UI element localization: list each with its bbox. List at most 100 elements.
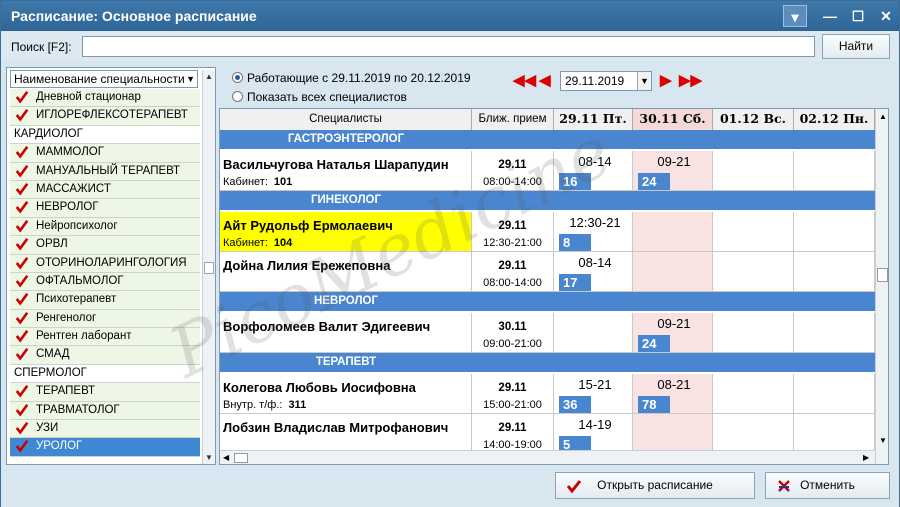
- doctor-cell[interactable]: Айт Рудольф Ермолаевич Кабинет: 104: [220, 212, 472, 252]
- specialty-item[interactable]: ОРВЛ: [10, 236, 200, 255]
- specialty-item[interactable]: МАММОЛОГ: [10, 144, 200, 163]
- checkmark-icon[interactable]: [15, 145, 29, 159]
- minimize-icon[interactable]: —: [818, 5, 842, 27]
- day-slot-cell[interactable]: [794, 151, 875, 191]
- specialty-item[interactable]: СПЕРМОЛОГ: [10, 364, 200, 384]
- specialty-item[interactable]: МАССАЖИСТ: [10, 180, 200, 200]
- checkmark-icon[interactable]: [15, 256, 29, 270]
- specialty-item[interactable]: Рентген лаборант: [10, 328, 200, 347]
- working-period-radio[interactable]: Работающие с 29.11.2019 по 20.12.2019: [232, 71, 471, 85]
- find-button[interactable]: Найти: [822, 34, 890, 59]
- search-input[interactable]: [82, 36, 815, 57]
- checkmark-icon[interactable]: [15, 311, 29, 325]
- specialty-item[interactable]: НЕВРОЛОГ: [10, 199, 200, 218]
- doctor-row[interactable]: Ворфоломеев Валит Эдигеевич 30.11 09:00-21…: [220, 313, 875, 353]
- scroll-down-icon[interactable]: ▼: [879, 436, 887, 445]
- checkmark-icon[interactable]: [15, 219, 29, 233]
- day-slot-cell[interactable]: [794, 374, 875, 414]
- nearest-appointment-cell[interactable]: 29.11 14:00-19:00: [472, 414, 554, 454]
- scroll-thumb[interactable]: [877, 268, 888, 282]
- checkmark-icon[interactable]: [15, 200, 29, 214]
- doctor-cell[interactable]: Лобзин Владислав Митрофанович: [220, 414, 472, 454]
- doctor-row[interactable]: Айт Рудольф Ермолаевич Кабинет: 104 29.11 12…: [220, 212, 875, 252]
- specialty-item[interactable]: ОФТАЛЬМОЛОГ: [10, 272, 200, 292]
- day-slot-cell[interactable]: [794, 313, 875, 353]
- open-schedule-button[interactable]: Открыть расписание: [555, 472, 755, 499]
- doctor-cell[interactable]: Дойна Лилия Ережеповна: [220, 252, 472, 292]
- checkmark-icon[interactable]: [15, 439, 29, 453]
- checkmark-icon[interactable]: [15, 421, 29, 435]
- calendar-dropdown-icon[interactable]: ▼: [637, 72, 651, 90]
- specialty-item[interactable]: УРОЛОГ: [10, 438, 200, 457]
- grid-hscrollbar[interactable]: ◀ ▶: [220, 450, 875, 464]
- scroll-thumb[interactable]: [234, 453, 248, 463]
- day-slot-cell[interactable]: 09-21 24: [633, 151, 713, 191]
- day-slot-cell[interactable]: [713, 374, 794, 414]
- day-slot-cell[interactable]: [713, 151, 794, 191]
- scroll-up-icon[interactable]: ▲: [879, 112, 887, 121]
- day-slot-cell[interactable]: [794, 212, 875, 252]
- checkmark-icon[interactable]: [15, 108, 29, 122]
- day-slot-cell[interactable]: [794, 414, 875, 454]
- nearest-appointment-cell[interactable]: 29.11 08:00-14:00: [472, 151, 554, 191]
- column-header[interactable]: 30.11 Сб.: [633, 109, 713, 130]
- specialty-item[interactable]: Дневной стационар: [10, 89, 200, 108]
- column-header[interactable]: 29.11 Пт.: [554, 109, 633, 130]
- scroll-thumb[interactable]: [204, 262, 214, 274]
- specialty-header-dropdown[interactable]: Наименование специальности ▼: [10, 70, 198, 88]
- nearest-appointment-cell[interactable]: 29.11 12:30-21:00: [472, 212, 554, 252]
- specialty-item[interactable]: Нейропсихолог: [10, 217, 200, 237]
- doctor-row[interactable]: Васильчугова Наталья Шарапудин Кабинет: 10…: [220, 151, 875, 191]
- prev-page-icon[interactable]: ◀: [539, 72, 551, 90]
- day-slot-cell[interactable]: [633, 212, 713, 252]
- nearest-appointment-cell[interactable]: 29.11 15:00-21:00: [472, 374, 554, 414]
- checkmark-icon[interactable]: [15, 90, 29, 104]
- specialty-item[interactable]: Психотерапевт: [10, 291, 200, 310]
- close-icon[interactable]: ✕: [874, 5, 898, 27]
- doctor-cell[interactable]: Васильчугова Наталья Шарапудин Кабинет: 10…: [220, 151, 472, 191]
- column-header[interactable]: 01.12 Вс.: [713, 109, 794, 130]
- next-page-icon[interactable]: ▶: [660, 72, 672, 90]
- column-header[interactable]: Ближ. прием: [472, 109, 554, 130]
- specialty-item[interactable]: МАНУАЛЬНЫЙ ТЕРАПЕВТ: [10, 162, 200, 181]
- specialty-item[interactable]: СМАД: [10, 346, 200, 365]
- last-page-icon[interactable]: ▶▶: [679, 72, 702, 90]
- specialty-item[interactable]: ТЕРАПЕВТ: [10, 383, 200, 402]
- day-slot-cell[interactable]: [713, 313, 794, 353]
- specialty-item[interactable]: КАРДИОЛОГ: [10, 125, 200, 145]
- specialty-item[interactable]: ОТОРИНОЛАРИНГОЛОГИЯ: [10, 254, 200, 273]
- day-slot-cell[interactable]: 12:30-21 8: [554, 212, 633, 252]
- day-slot-cell[interactable]: [713, 414, 794, 454]
- checkmark-icon[interactable]: [15, 329, 29, 343]
- grid-vscrollbar[interactable]: ▲ ▼: [875, 109, 888, 464]
- specialty-item[interactable]: ТРАВМАТОЛОГ: [10, 401, 200, 421]
- nearest-appointment-cell[interactable]: 30.11 09:00-21:00: [472, 313, 554, 353]
- day-slot-cell[interactable]: 09-21 24: [633, 313, 713, 353]
- day-slot-cell[interactable]: 08-14 16: [554, 151, 633, 191]
- day-slot-cell[interactable]: [633, 414, 713, 454]
- column-header[interactable]: 02.12 Пн.: [794, 109, 875, 130]
- scroll-down-icon[interactable]: ▼: [205, 453, 213, 462]
- specialty-item[interactable]: Ренгенолог: [10, 309, 200, 329]
- checkmark-icon[interactable]: [15, 182, 29, 196]
- checkmark-icon[interactable]: [15, 164, 29, 178]
- checkmark-icon[interactable]: [15, 292, 29, 306]
- doctor-row[interactable]: Колегова Любовь Иосифовна Внутр. т/ф.: 311…: [220, 374, 875, 414]
- maximize-icon[interactable]: ☐: [846, 5, 870, 27]
- checkmark-icon[interactable]: [15, 274, 29, 288]
- scroll-right-icon[interactable]: ▶: [863, 453, 869, 462]
- checkmark-icon[interactable]: [15, 403, 29, 417]
- doctor-cell[interactable]: Ворфоломеев Валит Эдигеевич: [220, 313, 472, 353]
- date-picker[interactable]: 29.11.2019 ▼: [560, 71, 652, 91]
- column-header[interactable]: Специалисты: [220, 109, 472, 130]
- day-slot-cell[interactable]: [554, 313, 633, 353]
- doctor-cell[interactable]: Колегова Любовь Иосифовна Внутр. т/ф.: 311: [220, 374, 472, 414]
- day-slot-cell[interactable]: 08-21 78: [633, 374, 713, 414]
- day-slot-cell[interactable]: [713, 252, 794, 292]
- specialty-item[interactable]: УЗИ: [10, 420, 200, 439]
- specialty-scrollbar[interactable]: ▲ ▼: [202, 70, 215, 464]
- day-slot-cell[interactable]: [633, 252, 713, 292]
- nearest-appointment-cell[interactable]: 29.11 08:00-14:00: [472, 252, 554, 292]
- show-all-radio[interactable]: Показать всех специалистов: [232, 90, 407, 104]
- first-page-icon[interactable]: ◀◀: [513, 72, 536, 90]
